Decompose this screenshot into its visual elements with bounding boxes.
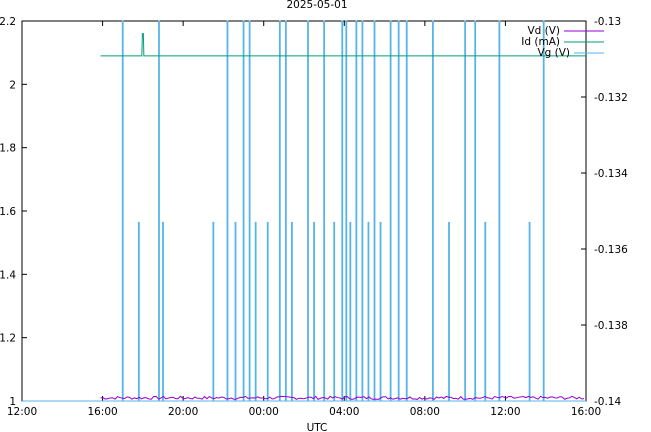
chart-svg: 12:00 16:00 20:00 00:00 04:00 08:00 12:00 16:00… xyxy=(0,0,628,432)
x-tick-label: 00:00 xyxy=(249,406,279,418)
x-tick-label: 12:00 xyxy=(490,406,520,418)
series-lines xyxy=(22,20,586,402)
y2-tick-label: -0.13 xyxy=(594,16,621,28)
x-tick-label: 08:00 xyxy=(410,406,440,418)
x-tick-label: 16:00 xyxy=(87,406,117,418)
y2-tick-label: -0.134 xyxy=(594,168,628,180)
series-line-id xyxy=(100,33,586,57)
y2-tick-label: -0.138 xyxy=(594,320,628,332)
legend-label-vg: Vg (V) xyxy=(537,47,570,59)
plot-frame xyxy=(21,20,587,402)
tick-marks xyxy=(21,20,587,402)
y-tick-label: 1.6 xyxy=(0,206,16,218)
y-tick-label: 1.2 xyxy=(0,333,16,345)
y-tick-label: 2 xyxy=(9,79,16,91)
x-axis-label: UTC xyxy=(307,422,328,432)
series-line-vg xyxy=(22,20,586,402)
x-tick-label: 04:00 xyxy=(329,406,359,418)
y-tick-labels: 1 1.2 1.4 1.6 1.8 2 2.2 xyxy=(0,16,16,408)
chart-title: 2025-05-01 xyxy=(286,0,347,11)
y2-tick-label: -0.136 xyxy=(594,244,628,256)
y2-tick-label: -0.14 xyxy=(594,396,621,408)
plot-area xyxy=(21,20,587,402)
y2-tick-label: -0.132 xyxy=(594,92,628,104)
x-tick-label: 20:00 xyxy=(168,406,198,418)
y-tick-label: 1.4 xyxy=(0,269,16,281)
y-tick-label: 2.2 xyxy=(0,16,16,28)
legend: Vd (V) Id (mA) Vg (V) xyxy=(521,25,604,59)
x-tick-labels: 12:00 16:00 20:00 00:00 04:00 08:00 12:00 16:00 xyxy=(7,406,601,418)
y-tick-label: 1.8 xyxy=(0,143,16,155)
y-tick-label: 1 xyxy=(9,396,16,408)
y2-tick-labels: -0.14 -0.138 -0.136 -0.134 -0.132 -0.13 xyxy=(594,16,628,408)
